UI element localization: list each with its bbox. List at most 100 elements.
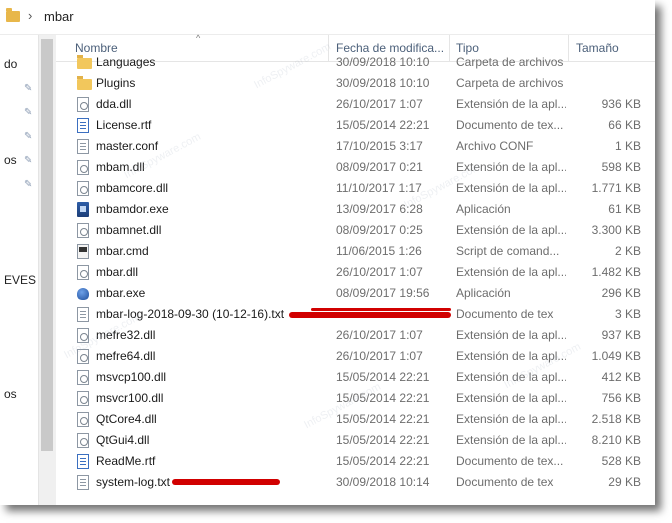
file-type: Extensión de la apl... xyxy=(456,412,566,426)
file-date: 13/09/2017 6:28 xyxy=(336,202,423,216)
nav-item-label[interactable]: do xyxy=(4,57,17,71)
file-row[interactable]: mefre32.dll 26/10/2017 1:07 Extensión de l… xyxy=(56,325,655,346)
file-size: 1.049 KB xyxy=(591,349,641,363)
file-row[interactable]: Plugins 30/09/2018 10:10 Carpeta de archiv… xyxy=(56,73,655,94)
explorer-window: › mbar do ✎ ✎ ✎ os ✎ ✎ EVES os ^ Nombre … xyxy=(0,0,655,505)
conf-icon xyxy=(77,139,89,154)
file-type: Extensión de la apl... xyxy=(456,433,566,447)
file-name: dda.dll xyxy=(96,97,132,111)
file-size: 936 KB xyxy=(601,97,641,111)
file-size: 296 KB xyxy=(601,286,641,300)
file-type: Extensión de la apl... xyxy=(456,391,566,405)
file-size: 66 KB xyxy=(608,118,641,132)
file-row[interactable]: mbar.dll 26/10/2017 1:07 Extensión de la a… xyxy=(56,262,655,283)
file-date: 26/10/2017 1:07 xyxy=(336,265,423,279)
file-date: 17/10/2015 3:17 xyxy=(336,139,423,153)
file-type: Extensión de la apl... xyxy=(456,223,566,237)
file-row[interactable]: dda.dll 26/10/2017 1:07 Extensión de la ap… xyxy=(56,94,655,115)
file-row[interactable]: mbam.dll 08/09/2017 0:21 Extensión de la a… xyxy=(56,157,655,178)
file-name: ReadMe.rtf xyxy=(96,454,156,468)
file-type: Script de comand... xyxy=(456,244,560,258)
file-row[interactable]: mbar.cmd 11/06/2015 1:26 Script de comand.… xyxy=(56,241,655,262)
folder-icon xyxy=(77,76,92,90)
sort-ascending-icon: ^ xyxy=(196,33,201,43)
file-list: Languages 30/09/2018 10:10 Carpeta de arch… xyxy=(56,52,655,505)
dll-icon xyxy=(77,412,89,427)
file-type: Documento de tex xyxy=(456,475,554,489)
file-name: msvcr100.dll xyxy=(96,391,164,405)
file-name: mefre32.dll xyxy=(96,328,156,342)
file-name: QtGui4.dll xyxy=(96,433,150,447)
file-type: Extensión de la apl... xyxy=(456,328,566,342)
file-date: 30/09/2018 10:14 xyxy=(336,475,430,489)
navigation-pane: do ✎ ✎ ✎ os ✎ ✎ EVES os xyxy=(0,35,38,505)
file-date: 30/09/2018 10:10 xyxy=(336,76,430,90)
txt-icon xyxy=(77,475,89,490)
file-name: system-log.txt xyxy=(96,475,171,489)
file-date: 15/05/2014 22:21 xyxy=(336,370,430,384)
pin-icon: ✎ xyxy=(24,83,33,94)
file-size: 1.482 KB xyxy=(591,265,641,279)
file-row[interactable]: msvcr100.dll 15/05/2014 22:21 Extensión de… xyxy=(56,388,655,409)
file-size: 412 KB xyxy=(601,370,641,384)
file-row[interactable]: License.rtf 15/05/2014 22:21 Documento de … xyxy=(56,115,655,136)
file-row[interactable]: mbamdor.exe 13/09/2017 6:28 Aplicación 61 K… xyxy=(56,199,655,220)
nav-item-label[interactable]: os xyxy=(4,387,17,401)
file-row[interactable]: system-log.txt 30/09/2018 10:14 Documento … xyxy=(56,472,655,493)
exe-icon xyxy=(77,202,89,217)
file-name: mbar.dll xyxy=(96,265,139,279)
file-name: mbar-log-2018-09-30 (10-12-16).txt xyxy=(96,307,285,321)
file-date: 15/05/2014 22:21 xyxy=(336,391,430,405)
file-type: Extensión de la apl... xyxy=(456,160,566,174)
file-name: mefre64.dll xyxy=(96,349,156,363)
file-row[interactable]: QtCore4.dll 15/05/2014 22:21 Extensión de … xyxy=(56,409,655,430)
file-name: Languages xyxy=(96,55,156,69)
file-row[interactable]: mbamnet.dll 08/09/2017 0:25 Extensión de l… xyxy=(56,220,655,241)
breadcrumb[interactable]: mbar xyxy=(44,9,74,24)
file-row[interactable]: mbamcore.dll 11/10/2017 1:17 Extensión de … xyxy=(56,178,655,199)
cmd-icon xyxy=(77,244,89,259)
file-date: 11/10/2017 1:17 xyxy=(336,181,422,195)
file-name: mbamnet.dll xyxy=(96,223,162,237)
file-row[interactable]: msvcp100.dll 15/05/2014 22:21 Extensión de… xyxy=(56,367,655,388)
file-date: 26/10/2017 1:07 xyxy=(336,349,423,363)
file-row[interactable]: QtGui4.dll 15/05/2014 22:21 Extensión de l… xyxy=(56,430,655,451)
file-size: 2 KB xyxy=(614,244,641,258)
file-date: 15/05/2014 22:21 xyxy=(336,433,430,447)
file-row[interactable]: master.conf 17/10/2015 3:17 Archivo CONF 1 … xyxy=(56,136,655,157)
file-type: Extensión de la apl... xyxy=(456,265,566,279)
file-type: Documento de tex... xyxy=(456,118,564,132)
file-name: mbamcore.dll xyxy=(96,181,169,195)
nav-item-label[interactable]: EVES xyxy=(4,273,36,287)
file-size: 528 KB xyxy=(601,454,641,468)
folder-icon xyxy=(77,55,92,69)
file-row[interactable]: ReadMe.rtf 15/05/2014 22:21 Documento de t… xyxy=(56,451,655,472)
nav-scrollbar-thumb[interactable] xyxy=(41,39,53,451)
dll-icon xyxy=(77,223,89,238)
dll-icon xyxy=(77,181,89,196)
nav-item-label[interactable]: os xyxy=(4,153,17,167)
address-bar[interactable]: › mbar xyxy=(0,0,655,35)
file-row[interactable]: mbar.exe 08/09/2017 19:56 Aplicación 296 KB xyxy=(56,283,655,304)
pin-icon: ✎ xyxy=(24,107,33,118)
dll-icon xyxy=(77,433,89,448)
file-type: Extensión de la apl... xyxy=(456,181,566,195)
file-date: 15/05/2014 22:21 xyxy=(336,412,430,426)
pin-icon: ✎ xyxy=(24,155,33,166)
file-name: msvcp100.dll xyxy=(96,370,167,384)
file-name: mbamdor.exe xyxy=(96,202,169,216)
dll-icon xyxy=(77,160,89,175)
file-size: 1.771 KB xyxy=(591,181,641,195)
file-name: mbam.dll xyxy=(96,160,145,174)
file-type: Aplicación xyxy=(456,202,511,216)
file-type: Extensión de la apl... xyxy=(456,370,566,384)
chevron-right-icon[interactable]: › xyxy=(28,8,32,23)
pin-icon: ✎ xyxy=(24,131,33,142)
file-row[interactable]: mefre64.dll 26/10/2017 1:07 Extensión de l… xyxy=(56,346,655,367)
file-type: Extensión de la apl... xyxy=(456,97,566,111)
file-row[interactable]: Languages 30/09/2018 10:10 Carpeta de arch… xyxy=(56,52,655,73)
dll-icon xyxy=(77,349,89,364)
nav-scrollbar[interactable] xyxy=(38,35,56,505)
file-date: 08/09/2017 0:25 xyxy=(336,223,423,237)
file-date: 30/09/2018 10:10 xyxy=(336,55,430,69)
